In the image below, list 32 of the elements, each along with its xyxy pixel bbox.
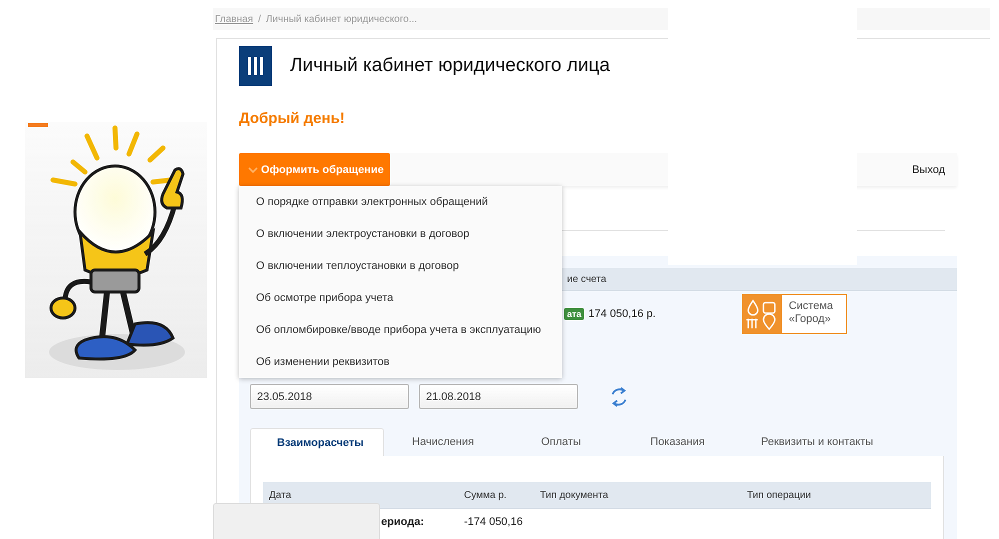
column-header: Тип операции	[747, 490, 812, 500]
menu-item[interactable]: О порядке отправки электронных обращений	[239, 186, 562, 218]
column-header: Дата	[268, 490, 292, 500]
utility-icons-drawing	[742, 295, 782, 333]
menu-item[interactable]: О включении теплоустановки в договор	[239, 250, 562, 282]
column-header: Сумма р.	[464, 490, 508, 500]
partner-logo[interactable]: Система «Город»	[742, 294, 847, 334]
partner-name: Система «Город»	[788, 299, 834, 327]
menu-item[interactable]: Об осмотре прибора учета	[239, 282, 562, 314]
tab[interactable]: Реквизиты и контакты	[735, 428, 900, 456]
menu-item[interactable]: Об опломбировке/вводе прибора учета в эксплуатацию	[239, 314, 562, 346]
breadcrumb-current: Личный кабинет юридического...	[266, 14, 418, 24]
date-to-field[interactable]: 21.08.2018	[419, 384, 578, 409]
logout-link[interactable]: Выход	[912, 164, 945, 176]
table-cell-text: ериода:	[380, 516, 425, 528]
column-header: ие счета	[567, 274, 606, 284]
tab[interactable]: Оплаты	[502, 428, 620, 456]
tab[interactable]: Показания	[620, 428, 735, 456]
tab[interactable]: Взаиморасчеты	[250, 428, 384, 456]
status-badge: ата	[564, 308, 584, 320]
tab[interactable]: Начисления	[384, 428, 502, 456]
logo-icon	[239, 46, 272, 86]
balance-amount: 174 050,16 р.	[588, 308, 656, 320]
greeting: Добрый день!	[239, 110, 346, 128]
breadcrumb-separator: /	[258, 14, 261, 24]
caret-icon	[248, 166, 258, 172]
menu-item[interactable]: О включении электроустановки в договор	[239, 218, 562, 250]
date-from-field[interactable]: 23.05.2018	[250, 384, 409, 409]
table-cell-text: -174 050,16	[464, 516, 524, 528]
page-title: Личный кабинет юридического лица	[290, 55, 610, 77]
menu-item[interactable]: Об изменении реквизитов	[239, 346, 562, 378]
column-header: Тип документа	[540, 490, 610, 500]
